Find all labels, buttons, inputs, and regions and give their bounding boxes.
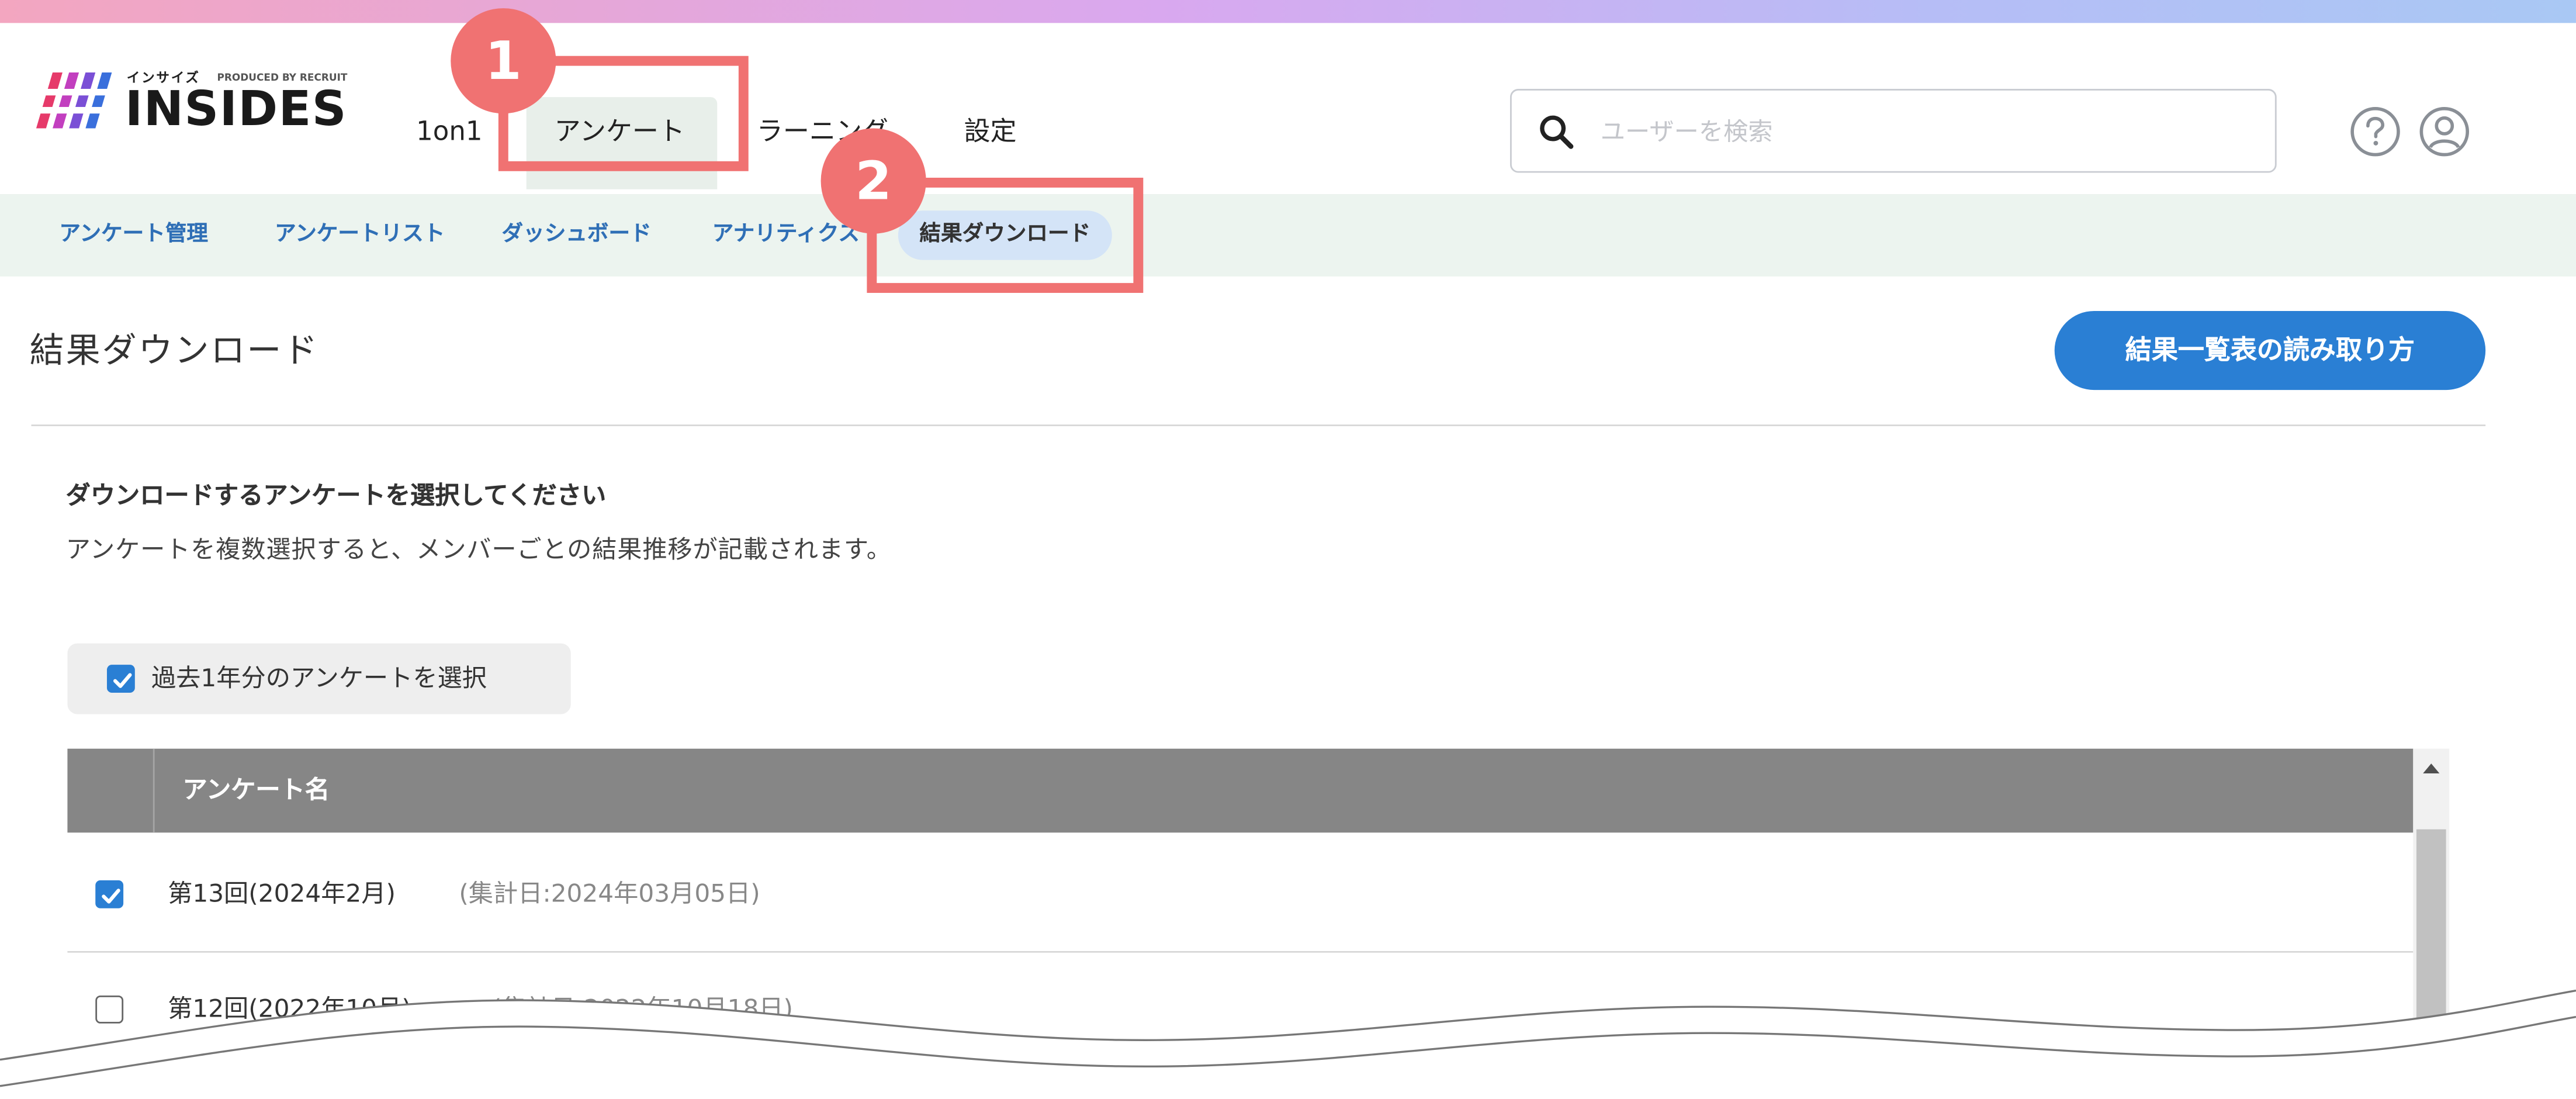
subnav-item-survey-list[interactable]: アンケートリスト [275, 220, 445, 250]
nav-item-settings[interactable]: 設定 [964, 110, 1016, 153]
section-description: アンケートを複数選択すると、メンバーごとの結果推移が記載されます。 [65, 534, 892, 565]
table-header-separator [153, 748, 155, 833]
row-checkbox[interactable] [95, 880, 124, 908]
checkmark-icon [102, 889, 120, 904]
divider [31, 424, 2486, 427]
select-past-year-toggle[interactable]: 過去1年分のアンケートを選択 [67, 643, 571, 714]
screen: インサイズ PRODUCED BY RECRUIT INSIDES 1on1 ア… [0, 0, 2576, 1099]
subnav-item-dashboard[interactable]: ダッシュボード [502, 220, 652, 250]
checkmark-icon [113, 673, 132, 688]
user-icon[interactable] [2418, 105, 2471, 158]
section-heading: ダウンロードするアンケートを選択してください [65, 480, 607, 510]
sub-navigation: アンケート管理 アンケートリスト ダッシュボード アナリティクス 結果ダウンロー… [0, 194, 2576, 277]
logo-name: INSIDES [124, 80, 347, 137]
annotation-step-2-badge: 2 [820, 128, 926, 234]
column-header-survey-name: アンケート名 [182, 775, 330, 805]
row-survey-name: 第13回(2024年2月) [168, 879, 396, 908]
table-header: アンケート名 [67, 748, 2414, 833]
result-guide-button[interactable]: 結果一覧表の読み取り方 [2054, 310, 2486, 390]
subnav-item-analytics[interactable]: アナリティクス [712, 220, 860, 250]
search-icon [1540, 115, 1574, 149]
top-gradient-bar [0, 0, 2576, 23]
page-title: 結果ダウンロード [29, 330, 320, 371]
subnav-item-survey-management[interactable]: アンケート管理 [59, 220, 208, 250]
logo[interactable]: インサイズ PRODUCED BY RECRUIT INSIDES [36, 69, 347, 158]
select-past-year-checkbox[interactable] [106, 665, 135, 693]
table-row[interactable]: 第13回(2024年2月) (集計日:2024年03月05日) [67, 837, 2414, 953]
row-tally-date: (集計日:2024年03月05日) [459, 879, 760, 908]
header: インサイズ PRODUCED BY RECRUIT INSIDES 1on1 ア… [0, 23, 2576, 196]
annotation-step-1-badge: 1 [451, 8, 556, 114]
nav-item-1on1[interactable]: 1on1 [416, 110, 482, 153]
scroll-up-arrow-icon[interactable] [2413, 749, 2449, 785]
cut-edge-overlay [0, 989, 2576, 1099]
search-input[interactable] [1597, 106, 2246, 157]
logo-mark-icon [36, 72, 112, 129]
help-icon[interactable] [2349, 105, 2402, 158]
select-past-year-label: 過去1年分のアンケートを選択 [151, 663, 487, 693]
search-box[interactable] [1509, 88, 2277, 173]
